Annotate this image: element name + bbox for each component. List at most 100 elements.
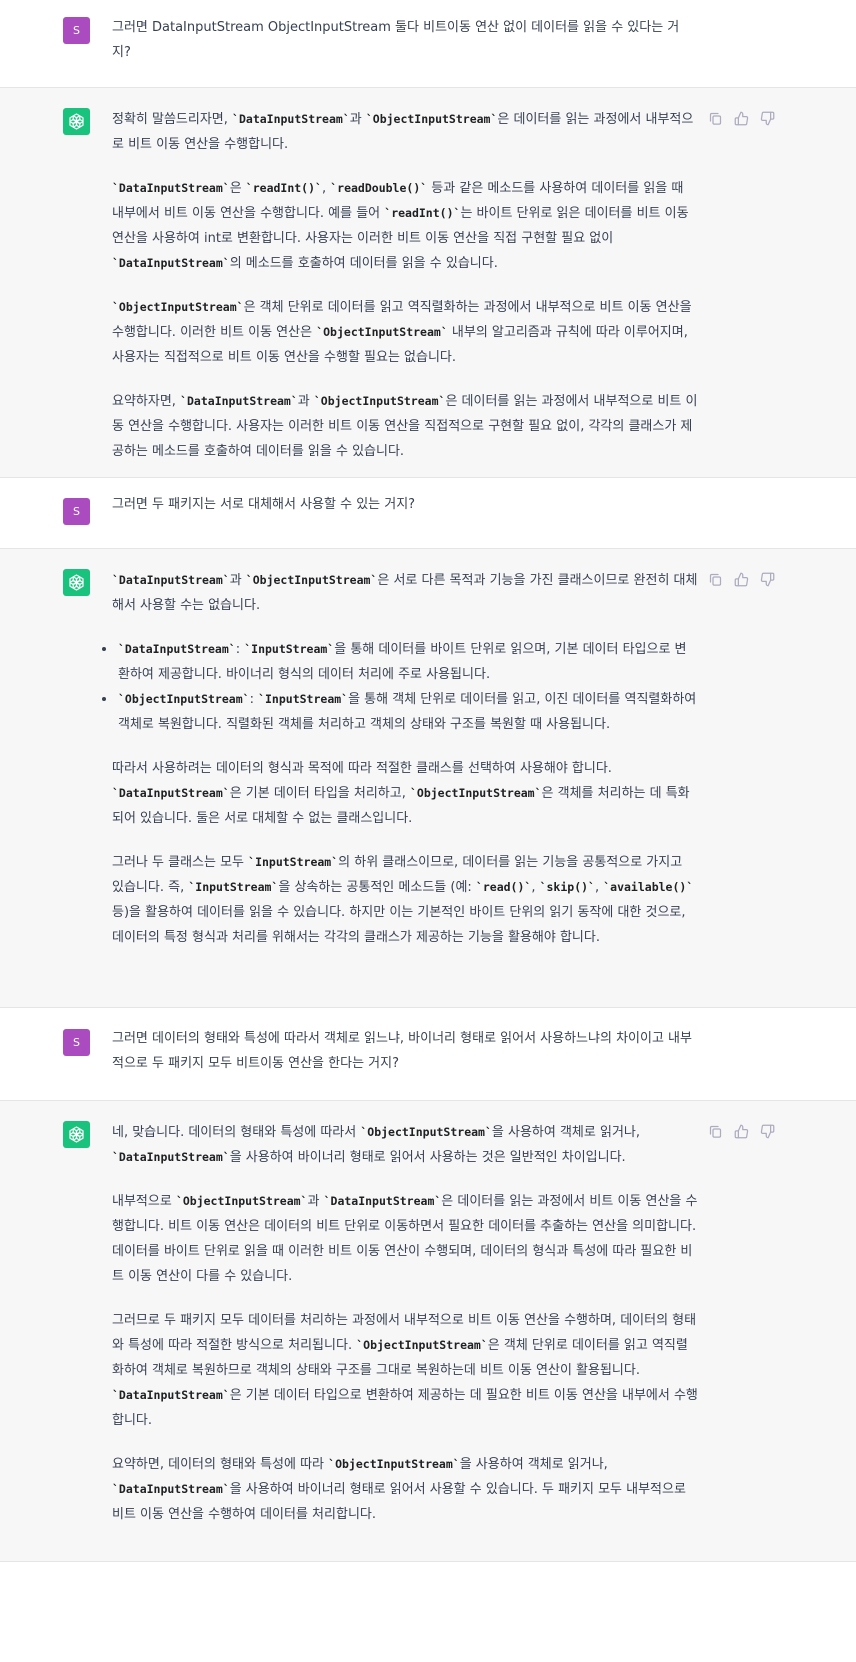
message-paragraph: 그러면 두 패키지는 서로 대체해서 사용할 수 있는 거지?	[112, 492, 698, 517]
chat-thread: S 그러면 DataInputStream ObjectInputStream 둘…	[0, 0, 856, 1562]
inline-code: `DataInputStream`	[118, 642, 236, 656]
copy-button[interactable]	[707, 110, 724, 127]
inline-code: `ObjectInputStream`	[328, 1457, 460, 1471]
inline-code: `ObjectInputStream`	[313, 394, 446, 408]
message-content: 정확히 말씀드리자면, `DataInputStream`과 `ObjectIn…	[112, 107, 698, 464]
inline-code: `DataInputStream`	[323, 1194, 442, 1208]
inline-code: `InputStream`	[258, 692, 349, 706]
inline-code: `DataInputStream`	[112, 786, 230, 800]
assistant-message: 정확히 말씀드리자면, `DataInputStream`과 `ObjectIn…	[0, 88, 856, 478]
text-run: 네, 맞습니다. 데이터의 형태와 특성에 따라서	[112, 1125, 361, 1140]
thumbs-up-button[interactable]	[733, 571, 750, 588]
message-content: 그러면 두 패키지는 서로 대체해서 사용할 수 있는 거지?	[112, 492, 698, 517]
inline-code: `InputStream`	[188, 880, 279, 894]
message-content: 그러면 DataInputStream ObjectInputStream 둘다…	[112, 15, 698, 65]
inline-code: `readInt()`	[245, 181, 322, 195]
message-paragraph: 내부적으로 `ObjectInputStream`과 `DataInputStr…	[112, 1189, 698, 1289]
text-run: 을 사용하여 객체로 읽거나,	[491, 1125, 640, 1140]
message-paragraph: `DataInputStream`은 `readInt()`, `readDou…	[112, 176, 698, 276]
thumbs-up-button[interactable]	[733, 110, 750, 127]
inline-code: `readInt()`	[384, 206, 461, 220]
inline-code: `DataInputStream`	[180, 394, 298, 408]
clipboard-icon	[708, 1124, 723, 1139]
message-content: 네, 맞습니다. 데이터의 형태와 특성에 따라서 `ObjectInputSt…	[112, 1120, 698, 1527]
text-run: 과	[349, 112, 366, 127]
inline-code: `ObjectInputStream`	[360, 1125, 492, 1139]
message-paragraph: 요약하자면, `DataInputStream`과 `ObjectInputSt…	[112, 389, 698, 464]
thumbs-down-button[interactable]	[759, 1123, 776, 1140]
inline-code: `ObjectInputStream`	[175, 1194, 308, 1208]
inline-code: `DataInputStream`	[112, 181, 230, 195]
message-paragraph: 그러면 데이터의 형태와 특성에 따라서 객체로 읽느냐, 바이너리 형태로 읽…	[112, 1026, 698, 1076]
user-message: S 그러면 데이터의 형태와 특성에 따라서 객체로 읽느냐, 바이너리 형태로 …	[0, 1008, 856, 1101]
clipboard-icon	[708, 572, 723, 587]
text-run: ,	[321, 181, 331, 196]
thumbs-down-button[interactable]	[759, 571, 776, 588]
message-content: `DataInputStream`과 `ObjectInputStream`은 …	[102, 568, 698, 950]
user-message: S 그러면 DataInputStream ObjectInputStream 둘…	[0, 0, 856, 88]
text-run: 그러면 DataInputStream ObjectInputStream 둘다…	[112, 20, 680, 60]
inline-code: `ObjectInputStream`	[356, 1338, 488, 1352]
text-run: 그러면 두 패키지는 서로 대체해서 사용할 수 있는 거지?	[112, 497, 416, 512]
openai-logo-icon	[63, 1121, 90, 1148]
inline-code: `DataInputStream`	[112, 573, 230, 587]
message-paragraph: 그러면 DataInputStream ObjectInputStream 둘다…	[112, 15, 698, 65]
text-run: 그러면 데이터의 형태와 특성에 따라서 객체로 읽느냐, 바이너리 형태로 읽…	[112, 1031, 692, 1071]
text-run: 정확히 말씀드리자면,	[112, 112, 233, 127]
message-content: 그러면 데이터의 형태와 특성에 따라서 객체로 읽느냐, 바이너리 형태로 읽…	[112, 1026, 698, 1076]
text-run: 을 상속하는 공통적인 메소드들 (예:	[278, 880, 476, 895]
message-paragraph: 정확히 말씀드리자면, `DataInputStream`과 `ObjectIn…	[112, 107, 698, 157]
inline-code: `DataInputStream`	[232, 112, 350, 126]
message-actions	[707, 1123, 776, 1140]
inline-code: `InputStream`	[244, 642, 335, 656]
text-run: 과	[297, 394, 314, 409]
text-run: 은 기본 데이터 타입을 처리하고,	[229, 786, 410, 801]
thumbs-up-button[interactable]	[733, 1123, 750, 1140]
text-run: 따라서 사용하려는 데이터의 형식과 목적에 따라 적절한 클래스를 선택하여 …	[112, 761, 612, 776]
inline-code: `read()`	[475, 880, 532, 894]
text-run: :	[235, 642, 245, 657]
message-paragraph: 요약하면, 데이터의 형태와 특성에 따라 `ObjectInputStream…	[112, 1452, 698, 1527]
text-run: 과	[229, 573, 246, 588]
inline-code: `DataInputStream`	[112, 256, 230, 270]
copy-button[interactable]	[707, 571, 724, 588]
message-paragraph: `DataInputStream`과 `ObjectInputStream`은 …	[112, 568, 698, 618]
assistant-message: 네, 맞습니다. 데이터의 형태와 특성에 따라서 `ObjectInputSt…	[0, 1101, 856, 1562]
thumbs-down-icon	[760, 1124, 775, 1139]
message-actions	[707, 110, 776, 127]
thumbs-up-icon	[734, 1124, 749, 1139]
thumbs-up-icon	[734, 111, 749, 126]
list-item: `ObjectInputStream`: `InputStream`을 통해 객…	[102, 687, 698, 737]
clipboard-icon	[708, 111, 723, 126]
bullet-list: `DataInputStream`: `InputStream`을 통해 데이터…	[102, 637, 698, 737]
text-run: 을 사용하여 객체로 읽거나,	[459, 1457, 608, 1472]
inline-code: `ObjectInputStream`	[409, 786, 542, 800]
text-run: 은	[229, 181, 246, 196]
text-run: ,	[531, 880, 540, 895]
message-actions	[707, 571, 776, 588]
thumbs-up-icon	[734, 572, 749, 587]
text-run: :	[249, 692, 259, 707]
text-run: 을 사용하여 바이너리 형태로 읽어서 사용하는 것은 일반적인 차이입니다.	[229, 1150, 626, 1165]
message-paragraph: 그러나 두 클래스는 모두 `InputStream`의 하위 클래스이므로, …	[112, 850, 698, 950]
inline-code: `readDouble()`	[330, 181, 428, 195]
inline-code: `DataInputStream`	[112, 1388, 230, 1402]
list-item: `DataInputStream`: `InputStream`을 통해 데이터…	[102, 637, 698, 687]
inline-code: `ObjectInputStream`	[118, 692, 250, 706]
openai-logo-icon	[63, 108, 90, 135]
text-run: 의 메소드를 호출하여 데이터를 읽을 수 있습니다.	[229, 256, 498, 271]
user-avatar: S	[63, 1029, 90, 1056]
text-run: ,	[594, 880, 604, 895]
inline-code: `skip()`	[539, 880, 595, 894]
inline-code: `DataInputStream`	[112, 1482, 230, 1496]
thumbs-down-button[interactable]	[759, 110, 776, 127]
message-paragraph: 따라서 사용하려는 데이터의 형식과 목적에 따라 적절한 클래스를 선택하여 …	[112, 756, 698, 831]
copy-button[interactable]	[707, 1123, 724, 1140]
user-avatar: S	[63, 498, 90, 525]
text-run: 등)을 활용하여 데이터를 읽을 수 있습니다. 하지만 이는 기본적인 바이트…	[112, 905, 686, 945]
text-run: 요약하면, 데이터의 형태와 특성에 따라	[112, 1457, 329, 1472]
thumbs-down-icon	[760, 572, 775, 587]
inline-code: `ObjectInputStream`	[245, 573, 378, 587]
user-message: S 그러면 두 패키지는 서로 대체해서 사용할 수 있는 거지?	[0, 478, 856, 549]
openai-logo-icon	[63, 569, 90, 596]
